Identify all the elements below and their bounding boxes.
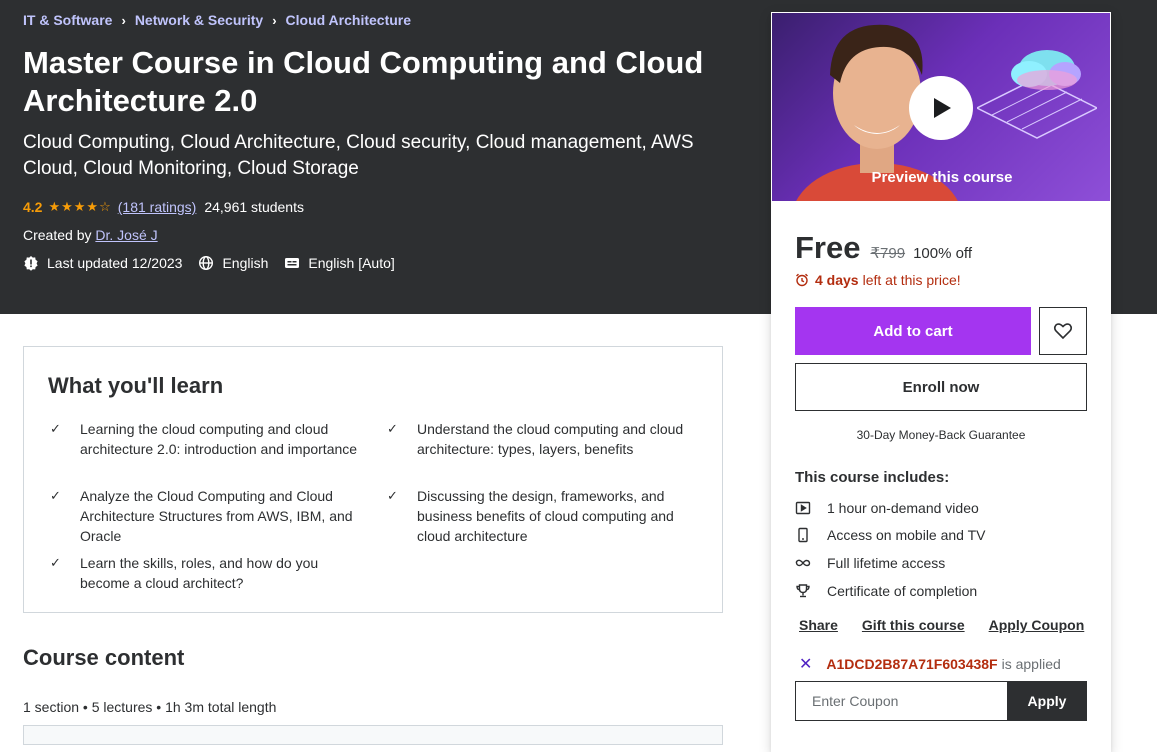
breadcrumb-cloud-architecture[interactable]: Cloud Architecture: [286, 12, 412, 28]
breadcrumb-it-software[interactable]: IT & Software: [23, 12, 112, 28]
original-price: ₹799: [870, 245, 906, 262]
check-icon: ✓: [387, 421, 398, 436]
infinity-icon: [795, 555, 827, 571]
discount-percent: 100% off: [913, 245, 973, 262]
include-item-label: Access on mobile and TV: [827, 527, 986, 543]
course-content-title: Course content: [23, 645, 185, 670]
learn-title: What you'll learn: [48, 373, 224, 398]
star-rating-icon: ★★★★☆: [48, 199, 112, 214]
course-title: Master Course in Cloud Computing and Clo…: [23, 45, 704, 118]
captions: English [Auto]: [284, 255, 395, 271]
share-link[interactable]: Share: [799, 617, 838, 633]
check-icon: ✓: [50, 555, 61, 570]
apply-coupon-link[interactable]: Apply Coupon: [989, 617, 1085, 633]
include-item: 1 hour on-demand video: [795, 500, 979, 516]
timer-text: left at this price!: [862, 272, 961, 288]
add-to-cart-button[interactable]: Add to cart: [795, 307, 1031, 355]
rating-row: 4.2 ★★★★☆ (181 ratings) 24,961 students: [23, 199, 304, 215]
learn-item: ✓ Understand the cloud computing and clo…: [385, 419, 705, 459]
price-timer: 4 days left at this price!: [795, 272, 961, 288]
check-icon: ✓: [50, 421, 61, 436]
learn-item-text: Learning the cloud computing and cloud a…: [80, 421, 358, 457]
purchase-sidebar: Preview this course Free ₹799 100% off 4…: [771, 12, 1111, 752]
wishlist-button[interactable]: [1039, 307, 1087, 355]
current-price: Free: [795, 230, 861, 265]
course-content-list: [23, 725, 723, 745]
closed-captions-icon: [285, 258, 300, 268]
breadcrumb-network-security[interactable]: Network & Security: [135, 12, 263, 28]
mobile-icon: [795, 527, 827, 543]
students-count: 24,961 students: [204, 199, 304, 215]
coupon-input[interactable]: [795, 681, 1007, 721]
globe-icon: [199, 255, 214, 271]
timer-days: 4 days: [815, 272, 859, 288]
chevron-right-icon: ›: [272, 12, 277, 28]
course-preview[interactable]: Preview this course: [771, 12, 1111, 202]
course-subtitle: Cloud Computing, Cloud Architecture, Clo…: [23, 132, 694, 179]
trophy-icon: [795, 583, 827, 599]
heart-icon: [1053, 323, 1073, 340]
instructor-link[interactable]: Dr. José J: [95, 227, 157, 243]
learn-item-text: Discussing the design, frameworks, and b…: [417, 488, 674, 544]
coupon-code: A1DCD2B87A71F603438F: [826, 656, 998, 672]
play-icon: [934, 98, 951, 118]
coupon-status: is applied: [1001, 656, 1061, 672]
include-item-label: 1 hour on-demand video: [827, 500, 979, 516]
created-by: Created by Dr. José J: [23, 227, 158, 243]
play-button[interactable]: [909, 76, 973, 140]
learn-item-text: Analyze the Cloud Computing and Cloud Ar…: [80, 488, 353, 544]
ratings-count-link[interactable]: (181 ratings): [118, 199, 197, 215]
preview-label: Preview this course: [871, 169, 1013, 186]
language-text: English: [222, 255, 269, 271]
sidebar-links: Share Gift this course Apply Coupon: [799, 617, 1108, 633]
coupon-applied-status: ✕ A1DCD2B87A71F603438F is applied: [799, 654, 1061, 674]
created-by-label: Created by: [23, 227, 92, 243]
learn-item: ✓ Analyze the Cloud Computing and Cloud …: [48, 486, 363, 546]
last-updated: Last updated 12/2023: [23, 255, 182, 271]
cloud-illustration-icon: [977, 50, 1097, 139]
gift-course-link[interactable]: Gift this course: [862, 617, 965, 633]
include-item: Full lifetime access: [795, 555, 945, 571]
includes-title: This course includes:: [795, 469, 950, 486]
include-item-label: Certificate of completion: [827, 583, 978, 599]
language: English: [198, 255, 268, 271]
breadcrumb: IT & Software › Network & Security › Clo…: [23, 12, 411, 28]
apply-coupon-button[interactable]: Apply: [1007, 681, 1087, 721]
learn-item: ✓ Discussing the design, frameworks, and…: [385, 486, 705, 546]
learn-item-text: Understand the cloud computing and cloud…: [417, 421, 684, 457]
course-content-meta: 1 section • 5 lectures • 1h 3m total len…: [23, 699, 277, 715]
include-item: Certificate of completion: [795, 583, 977, 599]
check-icon: ✓: [50, 488, 61, 503]
alert-badge-icon: [24, 256, 38, 271]
what-youll-learn: What you'll learn ✓ Learning the cloud c…: [23, 346, 723, 613]
captions-text: English [Auto]: [308, 255, 395, 271]
chevron-right-icon: ›: [121, 12, 126, 28]
alarm-clock-icon: [796, 273, 808, 287]
rating-value: 4.2: [23, 199, 43, 215]
include-item-label: Full lifetime access: [827, 555, 946, 571]
price-row: Free ₹799 100% off: [795, 230, 972, 266]
remove-coupon-icon[interactable]: ✕: [799, 654, 812, 674]
learn-item: ✓ Learning the cloud computing and cloud…: [48, 419, 363, 459]
enroll-now-button[interactable]: Enroll now: [795, 363, 1087, 411]
learn-item-text: Learn the skills, roles, and how do you …: [80, 555, 319, 591]
include-item: Access on mobile and TV: [795, 527, 986, 543]
money-back-guarantee: 30-Day Money-Back Guarantee: [856, 428, 1026, 442]
check-icon: ✓: [387, 488, 398, 503]
course-meta: Last updated 12/2023 English English [Au…: [23, 255, 411, 271]
video-icon: [795, 500, 827, 516]
learn-item: ✓ Learn the skills, roles, and how do yo…: [48, 553, 363, 593]
last-updated-text: Last updated 12/2023: [47, 255, 183, 271]
